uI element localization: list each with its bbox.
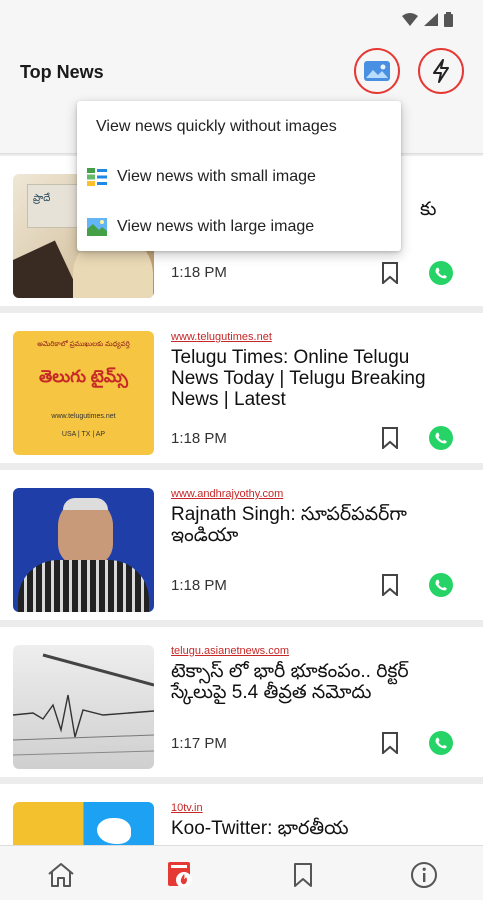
bookmark-icon[interactable] (380, 574, 400, 596)
news-thumbnail: అమెరికాలో ప్రముఖులకు మధ్యవర్తి తెలుగు టై… (13, 331, 154, 455)
news-source[interactable]: 10tv.in (171, 802, 203, 814)
news-time: 1:18 PM (171, 430, 227, 447)
nav-info[interactable] (409, 860, 439, 890)
news-thumbnail (13, 488, 154, 612)
view-mode-menu: View news quickly without images View ne… (77, 101, 401, 251)
menu-item-label: View news with small image (117, 168, 316, 185)
news-time: 1:18 PM (171, 264, 227, 281)
top-news-icon (168, 862, 192, 888)
news-time: 1:18 PM (171, 577, 227, 594)
large-image-icon (87, 218, 107, 236)
menu-item-small-image[interactable]: View news with small image (77, 152, 401, 202)
signal-icon (424, 13, 438, 26)
image-icon (364, 61, 390, 81)
news-time: 1:17 PM (171, 735, 227, 752)
thumb-url: www.telugutimes.net (51, 413, 116, 420)
news-headline[interactable]: టెక్సాస్ లో భారీ భూకంపం.. రిక్టర్ స్కేలు… (171, 661, 461, 703)
bookmark-icon[interactable] (380, 262, 400, 284)
seismograph-image (13, 653, 154, 756)
small-image-icon (87, 168, 107, 186)
image-mode-button[interactable] (354, 48, 400, 94)
app-bar: Top News (0, 40, 483, 104)
news-headline[interactable]: Rajnath Singh: సూపర్‌పవర్‌గా ఇండియా (171, 504, 461, 546)
nav-bookmarks[interactable] (288, 860, 318, 890)
bookmark-icon[interactable] (380, 732, 400, 754)
bottom-nav (0, 845, 483, 900)
menu-item-no-images[interactable]: View news quickly without images (77, 102, 401, 152)
news-source[interactable]: www.andhrajyothy.com (171, 488, 283, 500)
nav-home[interactable] (46, 860, 76, 890)
news-source[interactable]: telugu.asianetnews.com (171, 645, 289, 657)
bookmark-icon[interactable] (380, 427, 400, 449)
news-source[interactable]: www.telugutimes.net (171, 331, 272, 343)
status-icons (402, 12, 453, 27)
whatsapp-icon[interactable] (428, 260, 454, 286)
news-card[interactable]: telugu.asianetnews.com టెక్సాస్ లో భారీ … (0, 627, 483, 777)
news-card[interactable]: www.andhrajyothy.com Rajnath Singh: సూపర… (0, 470, 483, 620)
nav-top-news[interactable] (166, 860, 196, 890)
thumb-caption: అమెరికాలో ప్రముఖులకు మధ్యవర్తి (37, 341, 130, 348)
whatsapp-icon[interactable] (428, 730, 454, 756)
thumb-region: USA | TX | AP (61, 431, 106, 438)
news-headline[interactable]: Telugu Times: Online Telugu News Today |… (171, 347, 461, 410)
page-title: Top News (20, 62, 104, 82)
news-headline[interactable]: Koo-Twitter: భారతీయ (171, 818, 461, 839)
thumb-logo: తెలుగు టైమ్స్ (39, 367, 128, 386)
whatsapp-icon[interactable] (428, 572, 454, 598)
news-card[interactable]: అమెరికాలో ప్రముఖులకు మధ్యవర్తి తెలుగు టై… (0, 313, 483, 463)
menu-item-label: View news quickly without images (96, 118, 337, 135)
wifi-icon (402, 13, 418, 26)
home-icon (48, 863, 74, 887)
news-card[interactable]: 10tv.in Koo-Twitter: భారతీయ (0, 784, 483, 862)
menu-item-label: View news with large image (117, 218, 315, 235)
menu-item-large-image[interactable]: View news with large image (77, 202, 401, 252)
news-thumbnail (13, 645, 154, 769)
quick-read-button[interactable] (418, 48, 464, 94)
status-bar (0, 0, 483, 40)
whatsapp-icon[interactable] (428, 425, 454, 451)
battery-icon (444, 12, 453, 27)
news-headline[interactable]: కు (420, 199, 480, 220)
bookmark-icon (294, 863, 312, 887)
lightning-icon (433, 59, 449, 83)
info-icon (411, 862, 437, 888)
